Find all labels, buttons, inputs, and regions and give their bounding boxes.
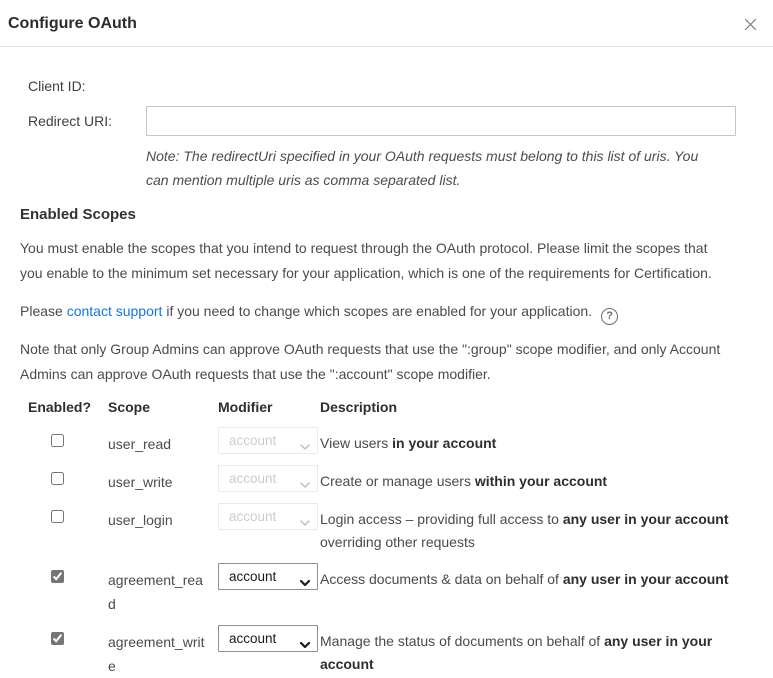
redirect-uri-label: Redirect URI:: [28, 113, 146, 129]
scope-row: user_login accountLogin access – providin…: [28, 503, 735, 554]
modifier-select: account: [218, 465, 318, 492]
redirect-uri-row: Redirect URI:: [28, 106, 753, 136]
scope-description: Create or manage users within your accou…: [320, 465, 735, 493]
support-prefix-text: Please: [20, 303, 67, 319]
scope-enabled-checkbox[interactable]: [51, 632, 64, 645]
scope-name: user_read: [108, 427, 206, 456]
scope-description: Login access – providing full access to …: [320, 503, 735, 554]
scope-enabled-checkbox[interactable]: [51, 472, 64, 485]
help-icon[interactable]: ?: [601, 308, 618, 325]
admin-note-text: Note that only Group Admins can approve …: [20, 337, 732, 387]
scopes-intro-text: You must enable the scopes that you inte…: [20, 236, 732, 286]
header-modifier: Modifier: [218, 399, 320, 419]
client-id-row: Client ID:: [28, 78, 753, 94]
oauth-form: Client ID: Redirect URI: Note: The redir…: [20, 78, 753, 192]
close-icon[interactable]: [741, 15, 759, 33]
enabled-scopes-heading: Enabled Scopes: [20, 206, 753, 223]
scope-description: Manage the status of documents on behalf…: [320, 625, 735, 676]
modifier-select[interactable]: account: [218, 563, 318, 590]
scopes-table-header: Enabled? Scope Modifier Description: [28, 399, 735, 419]
scopes-table: Enabled? Scope Modifier Description user…: [28, 399, 735, 678]
support-suffix-text: if you need to change which scopes are e…: [162, 303, 592, 319]
scope-enabled-checkbox[interactable]: [51, 434, 64, 447]
modifier-select: account: [218, 427, 318, 454]
header-description: Description: [320, 399, 735, 419]
modifier-select: account: [218, 503, 318, 530]
scope-row: agreement_write accountManage the status …: [28, 625, 735, 678]
client-id-label: Client ID:: [28, 78, 146, 94]
redirect-uri-input[interactable]: [146, 106, 736, 136]
dialog-title: Configure OAuth: [8, 15, 765, 33]
scope-row: user_write accountCreate or manage users …: [28, 465, 735, 494]
dialog-body: Client ID: Redirect URI: Note: The redir…: [0, 78, 773, 678]
scope-row: user_read accountView users in your accou…: [28, 427, 735, 456]
contact-support-line: Please contact support if you need to ch…: [20, 299, 732, 324]
scopes-table-body: user_readaccountView users in your accou…: [28, 427, 735, 678]
header-scope: Scope: [108, 399, 218, 419]
scope-name: agreement_write: [108, 625, 206, 678]
scope-name: user_write: [108, 465, 206, 494]
scope-row: agreement_read accountAccess documents & …: [28, 563, 735, 616]
redirect-uri-note: Note: The redirectUri specified in your …: [146, 144, 724, 192]
scope-enabled-checkbox[interactable]: [51, 510, 64, 523]
scope-enabled-checkbox[interactable]: [51, 570, 64, 583]
scope-description: Access documents & data on behalf of any…: [320, 563, 735, 591]
dialog-header: Configure OAuth: [0, 0, 773, 47]
contact-support-link[interactable]: contact support: [67, 303, 163, 319]
scope-description: View users in your account: [320, 427, 735, 455]
scope-name: user_login: [108, 503, 206, 532]
header-enabled: Enabled?: [28, 399, 108, 419]
scope-name: agreement_read: [108, 563, 206, 616]
modifier-select[interactable]: account: [218, 625, 318, 652]
